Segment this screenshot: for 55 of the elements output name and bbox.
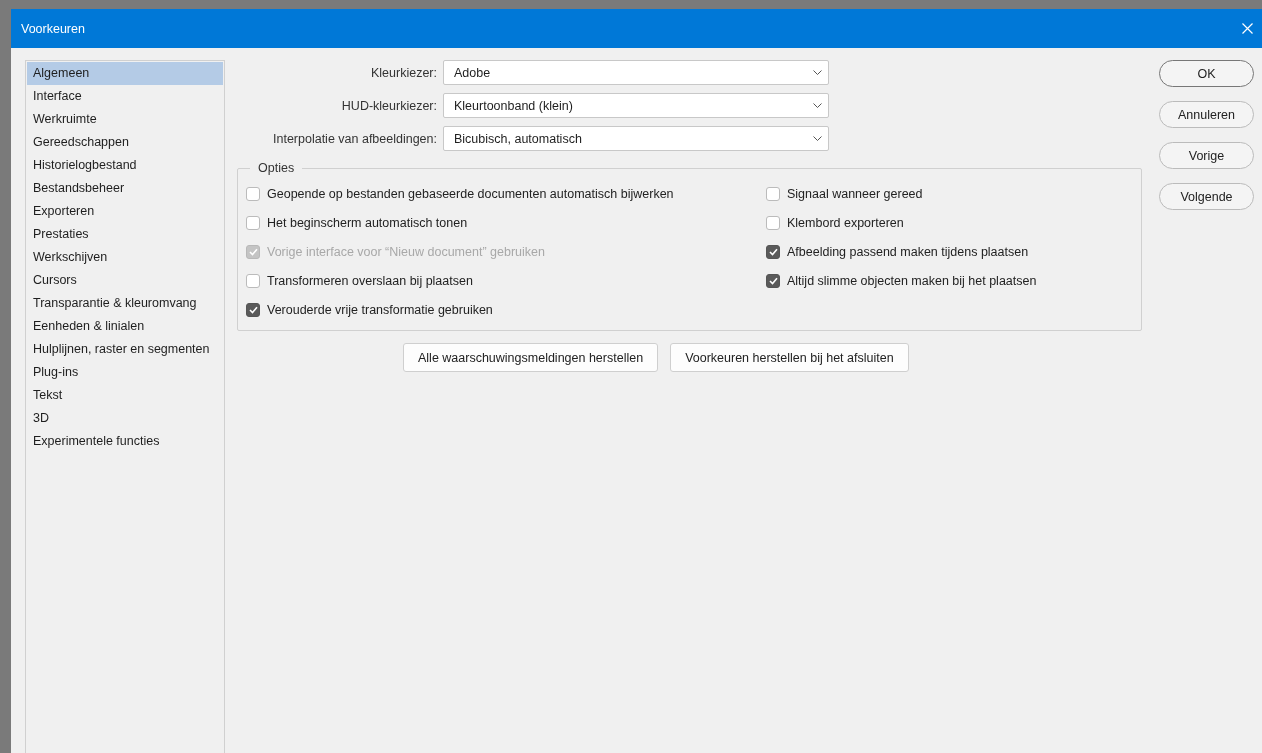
category-item[interactable]: Prestaties [27, 223, 223, 246]
dropdown[interactable]: Bicubisch, automatisch [443, 126, 829, 151]
category-item[interactable]: Interface [27, 85, 223, 108]
group-title: Opties [257, 161, 296, 175]
window-title: Voorkeuren [21, 21, 85, 36]
dialog-button[interactable]: Vorige [1159, 142, 1254, 169]
category-item[interactable]: Gereedschappen [27, 131, 223, 154]
option-checkbox[interactable]: Signaal wanneer gereed [766, 179, 1126, 208]
option-checkbox[interactable]: Altijd slimme objecten maken bij het plaatsen [766, 266, 1126, 295]
checkmark-icon [768, 276, 778, 285]
dialog-button[interactable]: Volgende [1159, 183, 1254, 210]
category-item[interactable]: Werkschijven [27, 246, 223, 269]
checkbox[interactable] [766, 244, 780, 259]
option-checkbox[interactable]: Verouderde vrije transformatie gebruiken [246, 295, 766, 324]
dialog-button[interactable]: Annuleren [1159, 101, 1254, 128]
category-item[interactable]: Hulplijnen, raster en segmenten [27, 338, 223, 361]
category-item[interactable]: Tekst [27, 384, 223, 407]
option-checkbox[interactable]: Geopende op bestanden gebaseerde documenten automatisch bijwerken [246, 179, 766, 208]
category-item[interactable]: Werkruimte [27, 108, 223, 131]
field-label: Interpolatie van afbeeldingen: [272, 131, 438, 146]
checkbox[interactable] [246, 186, 260, 201]
reset-button[interactable]: Alle waarschuwingsmeldingen herstellen [403, 343, 659, 372]
option-checkbox[interactable]: Transformeren overslaan bij plaatsen [246, 266, 766, 295]
checkbox[interactable] [766, 186, 780, 201]
category-item[interactable]: Eenheden & linialen [27, 315, 223, 338]
category-item[interactable]: Cursors [27, 269, 223, 292]
category-item[interactable]: 3D [27, 407, 223, 430]
category-item[interactable]: Transparantie & kleuromvang [27, 292, 223, 315]
checkbox[interactable] [766, 273, 780, 288]
dropdown[interactable]: Kleurtoonband (klein) [443, 93, 829, 118]
chevron-down-icon [813, 103, 822, 108]
category-item[interactable]: Experimentele functies [27, 430, 223, 453]
dropdown[interactable]: Adobe [443, 60, 829, 85]
option-checkbox[interactable]: Het beginscherm automatisch tonen [246, 208, 766, 237]
checkmark-icon [248, 305, 258, 314]
option-checkbox[interactable]: Afbeelding passend maken tijdens plaatsen [766, 237, 1126, 266]
checkmark-icon [768, 247, 778, 256]
field-label: Kleurkiezer: [370, 65, 438, 80]
category-item[interactable]: Algemeen [27, 62, 223, 85]
field-label: HUD-kleurkiezer: [340, 98, 438, 113]
dialog-button[interactable]: OK [1159, 60, 1254, 87]
option-checkbox[interactable]: Klembord exporteren [766, 208, 1126, 237]
checkmark-icon [248, 247, 258, 256]
reset-button[interactable]: Voorkeuren herstellen bij het afsluiten [670, 343, 909, 372]
close-icon [1241, 23, 1253, 34]
checkbox[interactable] [246, 215, 260, 230]
category-item[interactable]: Plug-ins [27, 361, 223, 384]
checkbox[interactable] [246, 273, 260, 288]
category-item[interactable]: Exporteren [27, 200, 223, 223]
category-item[interactable]: Bestandsbeheer [27, 177, 223, 200]
category-item[interactable]: Historielogbestand [27, 154, 223, 177]
chevron-down-icon [813, 70, 822, 75]
chevron-down-icon [813, 136, 822, 141]
checkbox[interactable] [246, 302, 260, 317]
checkbox[interactable] [766, 215, 780, 230]
